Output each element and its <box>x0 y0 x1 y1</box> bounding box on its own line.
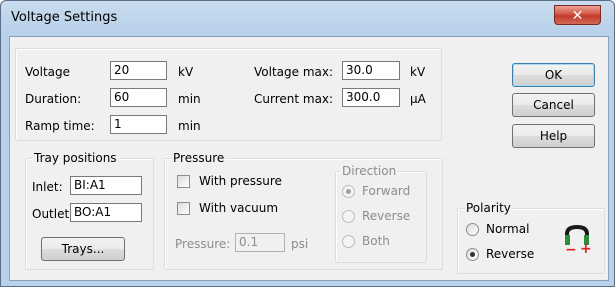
cancel-button[interactable]: Cancel <box>512 93 595 117</box>
voltage-max-unit: kV <box>410 65 426 79</box>
with-pressure-checkbox[interactable] <box>177 175 190 188</box>
voltage-max-input[interactable]: 30.0 <box>342 61 400 80</box>
polarity-reverse-icon: − + <box>562 223 592 259</box>
reverse-direction-radio[interactable] <box>342 210 355 223</box>
polarity-legend: Polarity <box>464 201 513 215</box>
pressure-value-label: Pressure: <box>175 237 231 251</box>
both-radio[interactable] <box>342 235 355 248</box>
tray-positions-legend: Tray positions <box>32 151 119 165</box>
title-bar[interactable]: Voltage Settings ✕ <box>1 1 614 35</box>
pressure-unit: psi <box>291 237 309 251</box>
with-vacuum-label: With vacuum <box>199 201 279 215</box>
settings-group: Voltage 20 kV Duration: 60 min Ramp time… <box>15 48 442 141</box>
duration-input[interactable]: 60 <box>110 88 167 107</box>
current-max-input[interactable]: 300.0 <box>342 88 400 107</box>
normal-label: Normal <box>486 222 530 236</box>
voltage-label: Voltage <box>25 65 71 79</box>
forward-radio-dot <box>346 189 351 194</box>
ramp-time-unit: min <box>178 119 201 133</box>
inlet-label: Inlet: <box>32 180 63 194</box>
ramp-time-input[interactable]: 1 <box>110 115 167 134</box>
plus-sign: + <box>580 241 592 257</box>
minus-sign: − <box>565 242 577 258</box>
pressure-group: Pressure With pressure With vacuum Press… <box>164 151 443 270</box>
dialog-body: Voltage 20 kV Duration: 60 min Ramp time… <box>9 36 609 281</box>
voltage-settings-dialog: Voltage Settings ✕ Voltage 20 kV Duratio… <box>0 0 615 287</box>
forward-label: Forward <box>362 184 411 198</box>
forward-radio[interactable] <box>342 185 355 198</box>
reverse-label: Reverse <box>486 247 535 261</box>
voltage-max-label: Voltage max: <box>254 65 334 79</box>
pressure-legend: Pressure <box>171 151 227 165</box>
current-max-label: Current max: <box>254 92 334 106</box>
tray-positions-group: Tray positions Inlet: BI:A1 Outlet: BO:A… <box>25 151 154 270</box>
ramp-time-label: Ramp time: <box>25 119 95 133</box>
duration-unit: min <box>178 92 201 106</box>
both-label: Both <box>362 234 390 248</box>
window-title: Voltage Settings <box>11 10 118 25</box>
duration-label: Duration: <box>25 92 82 106</box>
pressure-value-input[interactable]: 0.1 <box>235 233 285 252</box>
inlet-input[interactable]: BI:A1 <box>70 176 142 195</box>
reverse-radio[interactable] <box>466 248 479 261</box>
voltage-input[interactable]: 20 <box>110 61 167 80</box>
reverse-direction-label: Reverse <box>362 209 411 223</box>
direction-legend: Direction <box>340 164 399 178</box>
help-button[interactable]: Help <box>512 124 595 148</box>
with-pressure-label: With pressure <box>199 174 282 188</box>
trays-button[interactable]: Trays... <box>41 237 125 261</box>
polarity-group: Polarity Normal Reverse − + <box>457 201 605 274</box>
reverse-radio-dot <box>470 252 475 257</box>
current-max-unit: μA <box>410 92 426 106</box>
voltage-unit: kV <box>178 65 194 79</box>
outlet-label: Outlet: <box>32 207 74 221</box>
outlet-input[interactable]: BO:A1 <box>70 203 142 222</box>
normal-radio[interactable] <box>466 223 479 236</box>
close-icon: ✕ <box>571 8 584 24</box>
direction-group: Direction Forward Reverse Both <box>335 164 427 263</box>
close-button[interactable]: ✕ <box>554 5 601 25</box>
with-vacuum-checkbox[interactable] <box>177 202 190 215</box>
ok-button[interactable]: OK <box>512 63 595 87</box>
